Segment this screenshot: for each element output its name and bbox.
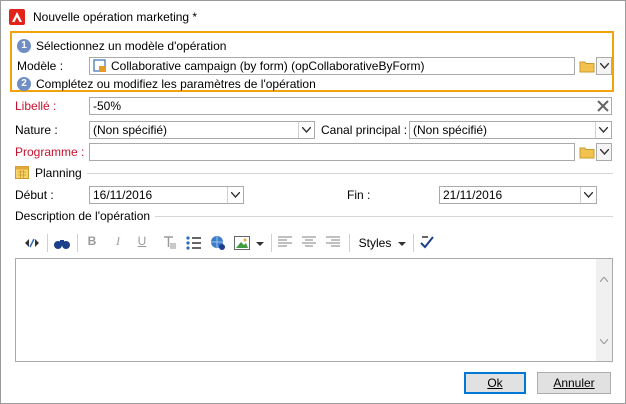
model-dropdown-button[interactable] — [596, 57, 612, 75]
chevron-down-icon — [231, 192, 240, 198]
debut-label: Début : — [15, 188, 54, 202]
debut-date-picker-arrow[interactable] — [227, 187, 243, 203]
chevron-down-icon — [599, 127, 608, 133]
programme-input[interactable] — [89, 143, 575, 161]
programme-dropdown-button[interactable] — [596, 143, 612, 161]
window-title: Nouvelle opération marketing * — [33, 10, 198, 24]
toolbar-separator — [47, 234, 48, 252]
programme-label: Programme : — [15, 145, 85, 159]
toolbar-separator — [271, 234, 272, 252]
title-bar: Nouvelle opération marketing * — [1, 1, 625, 33]
canal-value: (Non spécifié) — [413, 123, 488, 137]
description-separator — [155, 216, 613, 217]
libelle-input[interactable]: -50% — [89, 97, 612, 115]
editor-toolbar: B I U Styles — [15, 231, 613, 255]
chevron-down-icon — [584, 192, 593, 198]
toolbar-separator — [413, 234, 414, 252]
italic-button[interactable]: I — [111, 234, 125, 252]
styles-dropdown-arrow[interactable] — [397, 234, 407, 252]
find-binoculars-icon[interactable] — [53, 234, 71, 252]
chevron-down-icon — [302, 127, 311, 133]
align-center-icon[interactable] — [301, 234, 317, 252]
model-value: Collaborative campaign (by form) (opColl… — [111, 59, 425, 73]
toolbar-separator — [349, 234, 350, 252]
calendar-icon — [15, 165, 29, 179]
canal-dropdown-arrow[interactable] — [595, 122, 611, 138]
editor-scrollbar[interactable] — [596, 259, 612, 361]
step-1-label: Sélectionnez un modèle d'opération — [36, 39, 227, 53]
insert-link-icon[interactable] — [209, 234, 227, 252]
libelle-value: -50% — [93, 99, 122, 113]
scroll-down-icon — [600, 339, 608, 344]
clear-format-icon[interactable] — [161, 234, 177, 252]
ok-button[interactable]: Ok — [464, 372, 526, 394]
toolbar-separator — [77, 234, 78, 252]
spell-check-icon[interactable] — [419, 234, 435, 252]
step-2-badge: 2 — [17, 77, 31, 91]
dialog-window: Nouvelle opération marketing * 1 Sélecti… — [0, 0, 626, 404]
libelle-label: Libellé : — [15, 99, 57, 113]
cancel-button[interactable]: Annuler — [537, 372, 611, 394]
underline-button[interactable]: U — [135, 234, 149, 252]
description-editor[interactable] — [15, 258, 613, 362]
bold-button[interactable]: B — [85, 234, 99, 252]
step-2-label: Complétez ou modifiez les paramètres de … — [36, 77, 316, 91]
fin-value: 21/11/2016 — [443, 188, 503, 202]
scroll-up-icon — [600, 277, 608, 282]
canal-select[interactable]: (Non spécifié) — [409, 121, 612, 139]
description-header: Description de l'opération — [15, 209, 151, 223]
nature-dropdown-arrow[interactable] — [298, 122, 314, 138]
align-right-icon[interactable] — [325, 234, 341, 252]
insert-image-icon[interactable] — [233, 234, 251, 252]
nature-select[interactable]: (Non spécifié) — [89, 121, 315, 139]
planning-header: Planning — [35, 166, 82, 180]
folder-icon[interactable] — [579, 59, 595, 73]
clear-icon[interactable] — [597, 100, 609, 112]
planning-separator — [87, 173, 613, 174]
form-template-icon — [93, 59, 107, 73]
chevron-down-icon — [600, 63, 609, 69]
chevron-down-icon — [600, 149, 609, 155]
source-code-icon[interactable] — [23, 234, 41, 252]
debut-value: 16/11/2016 — [93, 188, 153, 202]
canal-label: Canal principal : — [321, 123, 408, 137]
fin-date-picker-arrow[interactable] — [580, 187, 596, 203]
styles-dropdown[interactable]: Styles — [355, 234, 395, 252]
debut-date-input[interactable]: 16/11/2016 — [89, 186, 244, 204]
nature-value: (Non spécifié) — [93, 123, 168, 137]
model-field[interactable]: Collaborative campaign (by form) (opColl… — [89, 57, 575, 75]
image-dropdown-arrow[interactable] — [255, 234, 265, 252]
model-label: Modèle : — [17, 59, 64, 73]
adobe-logo-icon — [9, 9, 25, 25]
programme-folder-icon[interactable] — [579, 145, 595, 159]
fin-label: Fin : — [347, 188, 371, 202]
align-left-icon[interactable] — [277, 234, 293, 252]
bullet-list-icon[interactable] — [185, 234, 203, 252]
nature-label: Nature : — [15, 123, 58, 137]
fin-date-input[interactable]: 21/11/2016 — [439, 186, 597, 204]
step-1-badge: 1 — [17, 39, 31, 53]
